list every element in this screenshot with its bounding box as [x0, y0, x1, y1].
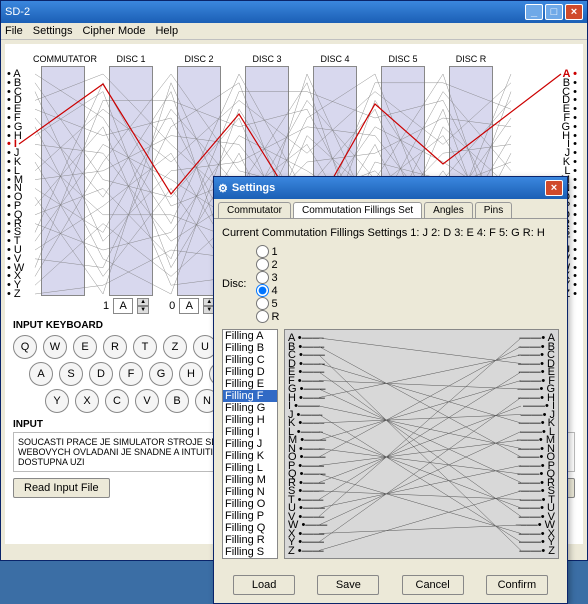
filling-item[interactable]: Filling A	[223, 330, 277, 342]
disc-header: DISC 1	[101, 54, 161, 64]
key-x[interactable]: X	[75, 389, 99, 413]
counter-input[interactable]	[179, 298, 199, 314]
step-down-icon[interactable]: ▼	[137, 306, 149, 314]
filling-item[interactable]: Filling J	[223, 438, 277, 450]
menubar: File Settings Cipher Mode Help	[1, 23, 587, 40]
filling-item[interactable]: Filling E	[223, 378, 277, 390]
key-t[interactable]: T	[133, 335, 157, 359]
filling-item[interactable]: Filling B	[223, 342, 277, 354]
close-icon[interactable]: ×	[565, 4, 583, 20]
key-c[interactable]: C	[105, 389, 129, 413]
key-q[interactable]: Q	[13, 335, 37, 359]
filling-item[interactable]: Filling F	[223, 390, 277, 402]
disc-box	[109, 66, 153, 296]
cancel-button[interactable]: Cancel	[402, 575, 464, 595]
disc-header: DISC R	[441, 54, 501, 64]
counter-number: 0	[169, 300, 175, 312]
filling-list[interactable]: Filling AFilling BFilling CFilling DFill…	[222, 329, 278, 559]
disc-header: DISC 2	[169, 54, 229, 64]
menu-file[interactable]: File	[5, 25, 23, 37]
key-f[interactable]: F	[119, 362, 143, 386]
app-title: SD-2	[5, 6, 30, 18]
menu-settings[interactable]: Settings	[33, 25, 73, 37]
filling-item[interactable]: Filling Q	[223, 522, 277, 534]
dialog-close-icon[interactable]: ×	[545, 180, 563, 196]
filling-item[interactable]: Filling S	[223, 546, 277, 558]
filling-item[interactable]: Filling L	[223, 462, 277, 474]
disc-radio-3[interactable]: 3	[256, 271, 279, 284]
filling-item[interactable]: Filling M	[223, 474, 277, 486]
filling-item[interactable]: Filling N	[223, 486, 277, 498]
filling-item[interactable]: Filling G	[223, 402, 277, 414]
dialog-tabs: Commutator Commutation Fillings Set Angl…	[214, 199, 567, 219]
key-z[interactable]: Z	[163, 335, 187, 359]
main-titlebar: SD-2 _ □ ×	[1, 1, 587, 23]
counter-input[interactable]	[113, 298, 133, 314]
key-d[interactable]: D	[89, 362, 113, 386]
disc-label: Disc:	[222, 278, 246, 290]
filling-item[interactable]: Filling R	[223, 534, 277, 546]
disc-column: DISC 1	[101, 54, 161, 296]
key-h[interactable]: H	[179, 362, 203, 386]
settings-dialog: ⚙ Settings × Commutator Commutation Fill…	[213, 176, 568, 604]
disc-radio-2[interactable]: 2	[256, 258, 279, 271]
tab-pins[interactable]: Pins	[475, 202, 512, 218]
key-v[interactable]: V	[135, 389, 159, 413]
dialog-title: Settings	[232, 182, 275, 194]
key-a[interactable]: A	[29, 362, 53, 386]
disc-column: COMMUTATOR	[33, 54, 93, 296]
disc-radio-1[interactable]: 1	[256, 245, 279, 258]
tab-commutator[interactable]: Commutator	[218, 202, 291, 218]
disc-header: DISC 3	[237, 54, 297, 64]
read-input-file-button[interactable]: Read Input File	[13, 478, 110, 498]
maximize-icon[interactable]: □	[545, 4, 563, 20]
disc-header: DISC 4	[305, 54, 365, 64]
step-up-icon[interactable]: ▲	[137, 298, 149, 306]
filling-item[interactable]: Filling T	[223, 558, 277, 559]
key-e[interactable]: E	[73, 335, 97, 359]
filling-item[interactable]: Filling H	[223, 414, 277, 426]
disc-radio-R[interactable]: R	[256, 310, 279, 323]
disc-header: DISC 5	[373, 54, 433, 64]
filling-item[interactable]: Filling D	[223, 366, 277, 378]
menu-help[interactable]: Help	[155, 25, 178, 37]
key-r[interactable]: R	[103, 335, 127, 359]
menu-cipher-mode[interactable]: Cipher Mode	[82, 25, 145, 37]
confirm-button[interactable]: Confirm	[486, 575, 548, 595]
disc-radio-4[interactable]: 4	[256, 284, 279, 297]
disc-header: COMMUTATOR	[33, 54, 93, 64]
tab-commutation-fillings-set[interactable]: Commutation Fillings Set	[293, 202, 422, 218]
key-y[interactable]: Y	[45, 389, 69, 413]
counter-number: 1	[103, 300, 109, 312]
minimize-icon[interactable]: _	[525, 4, 543, 20]
rotor-letters-left: • A• B• C• D• E• F• G• H• I• J• K• L• M•…	[7, 70, 24, 299]
filling-item[interactable]: Filling P	[223, 510, 277, 522]
save-button[interactable]: Save	[317, 575, 379, 595]
filling-item[interactable]: Filling O	[223, 498, 277, 510]
load-button[interactable]: Load	[233, 575, 295, 595]
disc-box	[41, 66, 85, 296]
key-b[interactable]: B	[165, 389, 189, 413]
key-w[interactable]: W	[43, 335, 67, 359]
key-s[interactable]: S	[59, 362, 83, 386]
current-settings-summary: Current Commutation Fillings Settings 1:…	[222, 227, 559, 239]
filling-item[interactable]: Filling I	[223, 426, 277, 438]
filling-item[interactable]: Filling C	[223, 354, 277, 366]
disc-radio-5[interactable]: 5	[256, 297, 279, 310]
key-g[interactable]: G	[149, 362, 173, 386]
tab-angles[interactable]: Angles	[424, 202, 473, 218]
gear-icon: ⚙	[218, 182, 228, 195]
filling-mapping-box: A •——B •——C •——D •——E •——F •——G •——H •——…	[284, 329, 559, 559]
filling-item[interactable]: Filling K	[223, 450, 277, 462]
